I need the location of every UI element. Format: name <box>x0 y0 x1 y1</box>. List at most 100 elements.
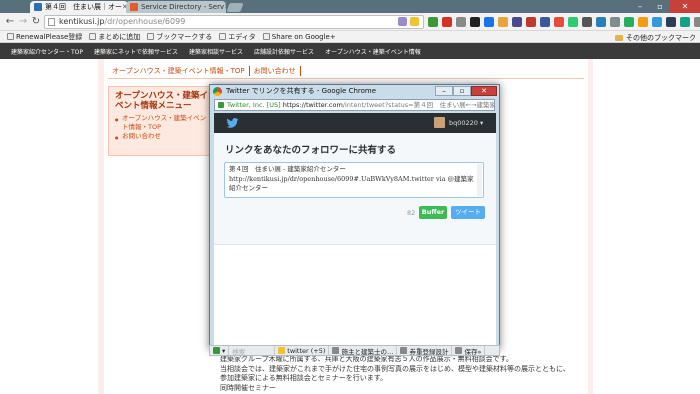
bookmark-item[interactable]: ブックマークする <box>147 32 212 42</box>
lock-icon <box>218 102 224 108</box>
bookmark-item[interactable]: RenewalPlease登録 <box>7 32 82 42</box>
event-description: 建築家グループ木曜に所属する、兵庫と大阪の建築家有志５人の作品展示・無料相談会で… <box>220 355 590 393</box>
popup-url-host: https://twitter.com <box>282 101 343 109</box>
minimize-icon[interactable]: – <box>435 86 453 96</box>
folder-icon <box>615 35 623 41</box>
minimize-icon[interactable]: – <box>630 0 650 13</box>
layers-icon[interactable] <box>652 17 662 27</box>
bookmark-item[interactable]: まとめに追加 <box>89 32 140 42</box>
toolbar-item-label: 施主と建築士の… <box>341 347 394 356</box>
body-line: 参加建築家による無料相談会とセミナーを行います。 <box>220 374 388 382</box>
feedly-icon[interactable] <box>624 17 634 27</box>
page-icon <box>89 33 97 40</box>
new-tab-button[interactable] <box>226 3 244 12</box>
reload-icon[interactable]: ↻ <box>30 16 42 28</box>
facebook-icon[interactable] <box>540 17 550 27</box>
evernote-icon[interactable] <box>428 17 438 27</box>
edit-icon[interactable] <box>456 17 466 27</box>
textarea-scrollbar[interactable] <box>477 164 482 196</box>
toolbar-item[interactable]: 保存» <box>452 346 486 355</box>
tab-close-icon[interactable]: ✕ <box>224 3 226 11</box>
site-favicon-icon <box>34 3 42 11</box>
sidebar-item[interactable]: オープンハウス・建築イベント情報・TOP <box>115 114 209 132</box>
stack-icon[interactable] <box>666 17 676 27</box>
maximize-icon[interactable]: ▫ <box>650 0 670 13</box>
forward-icon[interactable]: → <box>17 16 29 28</box>
nav-link[interactable]: 店舗設計依頼サービス <box>254 47 314 56</box>
sub-navigation: オープンハウス・建築イベント情報・TOP お問い合わせ <box>108 66 301 76</box>
bookmark-label: RenewalPlease登録 <box>16 32 83 41</box>
tweet-button[interactable]: ツイート <box>451 206 485 219</box>
avatar[interactable] <box>434 117 445 128</box>
page-icon <box>48 18 55 26</box>
nav-link[interactable]: 建築家紹介センター・TOP <box>11 47 83 56</box>
page-icon <box>219 33 227 40</box>
toolbar-search-field[interactable]: 検索 <box>229 346 276 355</box>
cloud-icon[interactable] <box>680 17 690 27</box>
rss-icon[interactable] <box>638 17 648 27</box>
sidebar-item[interactable]: お問い合わせ <box>115 132 209 142</box>
close-window-icon[interactable]: ✕ <box>670 0 700 13</box>
bookmark-item[interactable]: エディタ <box>219 32 256 42</box>
other-bookmarks[interactable]: その他のブックマーク <box>615 33 696 43</box>
toolbar-item[interactable]: twitter (+5) <box>275 346 330 355</box>
other-bookmarks-label: その他のブックマーク <box>626 34 696 42</box>
tab-active[interactable]: 第４回 住まい展｜オー ✕ <box>30 1 128 13</box>
tab-inactive[interactable]: Service Directory - Serv ✕ <box>126 1 226 13</box>
toolbar-menu[interactable]: ▾ <box>210 346 230 355</box>
folder-icon <box>278 347 286 354</box>
sidebar-title: オープンハウス・建築イベント情報メニュー <box>115 91 208 111</box>
bookmark-label: Share on Google+ <box>271 32 336 41</box>
service-favicon-icon <box>130 3 138 11</box>
chrome-icon <box>213 87 222 96</box>
divider <box>108 78 584 79</box>
popup-url-bar[interactable]: Twitter, Inc. [US] https://twitter.com/i… <box>214 99 495 111</box>
character-count: 82 <box>407 209 416 217</box>
bookmark-star-icon[interactable] <box>410 17 419 26</box>
red-extension-icon[interactable] <box>526 17 536 27</box>
toolbar-item[interactable]: 施主と建築士の… <box>329 346 398 356</box>
stopwatch-icon[interactable] <box>470 17 480 27</box>
page-icon <box>147 33 155 40</box>
close-icon[interactable]: ✕ <box>471 86 497 96</box>
subnav-link[interactable]: お問い合わせ <box>250 66 301 76</box>
green-extension-icon[interactable] <box>568 17 578 27</box>
username-menu[interactable]: bq00220 ▾ <box>449 119 483 127</box>
omnibox-actions <box>398 17 419 26</box>
twitter-bird-icon[interactable] <box>226 118 239 128</box>
body-line: 同時開催セミナー <box>220 383 276 392</box>
secure-org: Twitter, Inc. [US] <box>227 101 281 109</box>
subnav-link[interactable]: オープンハウス・建築イベント情報・TOP <box>108 66 250 76</box>
maximize-icon[interactable]: ▫ <box>453 86 471 96</box>
compose-heading: リンクをあなたのフォロワーに共有する <box>225 145 397 156</box>
nav-link[interactable]: 建築家にネットで依頼サービス <box>94 47 178 56</box>
window-controls: – ▫ ✕ <box>630 0 700 13</box>
nav-link[interactable]: 建築家相談サービス <box>189 47 243 56</box>
back-icon[interactable]: ← <box>4 16 16 28</box>
tweet-textarea[interactable]: 第４回 住まい展 - 建築家紹介センター http://kentikusi.jp… <box>224 162 484 198</box>
tweet-compose: リンクをあなたのフォロワーに共有する 第４回 住まい展 - 建築家紹介センター … <box>214 133 496 345</box>
bookmark-item[interactable]: Share on Google+ <box>262 32 336 41</box>
nav-link[interactable]: オープンハウス・建築イベント情報 <box>325 47 421 56</box>
twitter-header: bq00220 ▾ <box>214 113 496 133</box>
toolbar-item[interactable]: 券重登録設計 <box>397 346 453 355</box>
globe-icon[interactable] <box>484 17 494 27</box>
buffer-button[interactable]: Buffer <box>419 206 447 219</box>
drop-icon[interactable] <box>596 17 606 27</box>
tab-strip: 第４回 住まい展｜オー ✕ Service Directory - Serv ✕… <box>0 0 700 13</box>
amazon-icon[interactable] <box>498 17 508 27</box>
url-host: kentikusi.jp <box>59 17 105 26</box>
url-input[interactable]: kentikusi.jp/dr/openhouse/6099 <box>44 15 424 29</box>
translate-icon[interactable] <box>398 17 407 26</box>
menu-icon[interactable] <box>694 17 700 27</box>
share-icon[interactable] <box>512 17 522 27</box>
page-icon <box>332 347 340 354</box>
sidebar-menu: オープンハウス・建築イベント情報メニュー オープンハウス・建築イベント情報・TO… <box>108 86 216 156</box>
search-extension-icon[interactable] <box>554 17 564 27</box>
tools-icon[interactable] <box>582 17 592 27</box>
body-line: 建築家グループ木曜に所属する、兵庫と大阪の建築家有志５人の作品展示・無料相談会で… <box>220 355 513 363</box>
pocket-icon[interactable] <box>442 17 452 27</box>
chevron-down-icon: ▾ <box>222 346 226 355</box>
bookmark-label: エディタ <box>228 32 256 41</box>
settings-extension-icon[interactable] <box>610 17 620 27</box>
